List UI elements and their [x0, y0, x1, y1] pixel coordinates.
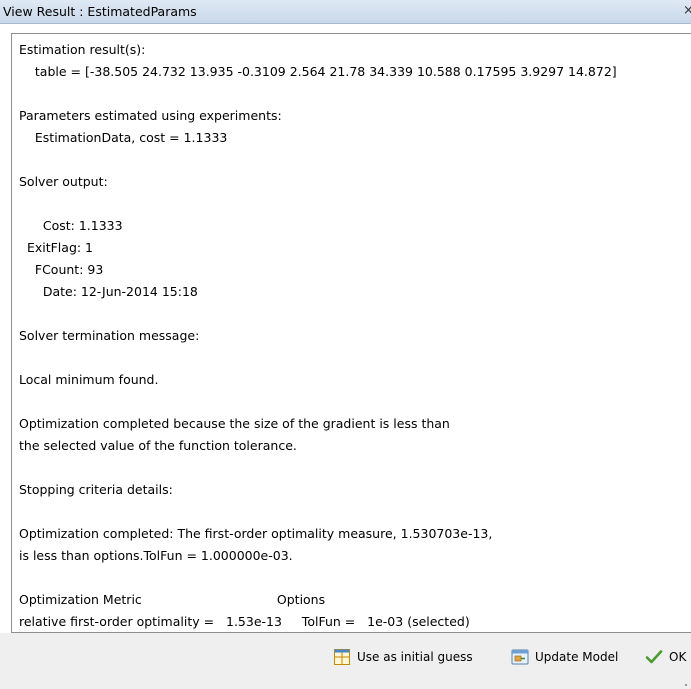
model-window-icon	[511, 648, 529, 666]
update-model-button[interactable]: Update Model	[511, 645, 618, 669]
report-line: Optimization Metric Options	[19, 592, 326, 607]
report-line	[19, 83, 617, 105]
button-bar: Use as initial guess Update Model OK	[0, 633, 691, 689]
report-line: is less than options.TolFun = 1.000000e-…	[19, 548, 293, 563]
result-text-area[interactable]: Estimation result(s): table = [-38.505 2…	[11, 33, 691, 633]
report-line: the selected value of the function toler…	[19, 438, 297, 453]
close-icon[interactable]: ×	[683, 3, 691, 19]
report-line: Estimation result(s):	[19, 42, 146, 57]
report-line: EstimationData, cost = 1.1333	[19, 130, 228, 145]
report-line: FCount: 93	[19, 262, 104, 277]
report-line: Date: 12-Jun-2014 15:18	[19, 284, 198, 299]
report-line: Local minimum found.	[19, 372, 159, 387]
report-line	[19, 193, 617, 215]
ok-button[interactable]: OK	[645, 645, 686, 669]
report-line: Solver output:	[19, 174, 108, 189]
report-line	[19, 149, 617, 171]
report-line: Cost: 1.1333	[19, 218, 123, 233]
update-model-label: Update Model	[535, 650, 619, 664]
report-line: Optimization completed: The first-order …	[19, 526, 493, 541]
report-line: Solver termination message:	[19, 328, 200, 343]
report-line	[19, 567, 617, 589]
report-line	[19, 303, 617, 325]
result-lines: Estimation result(s): table = [-38.505 2…	[19, 39, 617, 632]
report-line	[19, 501, 617, 523]
resize-grip[interactable]	[685, 684, 687, 686]
report-line: table = [-38.505 24.732 13.935 -0.3109 2…	[19, 64, 617, 79]
report-line	[19, 391, 617, 413]
title-bar: View Result : EstimatedParams ×	[0, 0, 691, 24]
check-icon	[645, 648, 663, 666]
use-as-initial-guess-label: Use as initial guess	[357, 650, 473, 664]
report-line: Stopping criteria details:	[19, 482, 173, 497]
ok-label: OK	[669, 650, 687, 664]
use-as-initial-guess-button[interactable]: Use as initial guess	[333, 645, 473, 669]
report-line: relative first-order optimality = 1.53e-…	[19, 614, 470, 629]
report-line	[19, 457, 617, 479]
report-line	[19, 347, 617, 369]
window-title: View Result : EstimatedParams	[3, 4, 197, 19]
grid-table-icon	[333, 648, 351, 666]
report-line: Optimization completed because the size …	[19, 416, 450, 431]
report-line: Parameters estimated using experiments:	[19, 108, 282, 123]
report-line: ExitFlag: 1	[19, 240, 94, 255]
